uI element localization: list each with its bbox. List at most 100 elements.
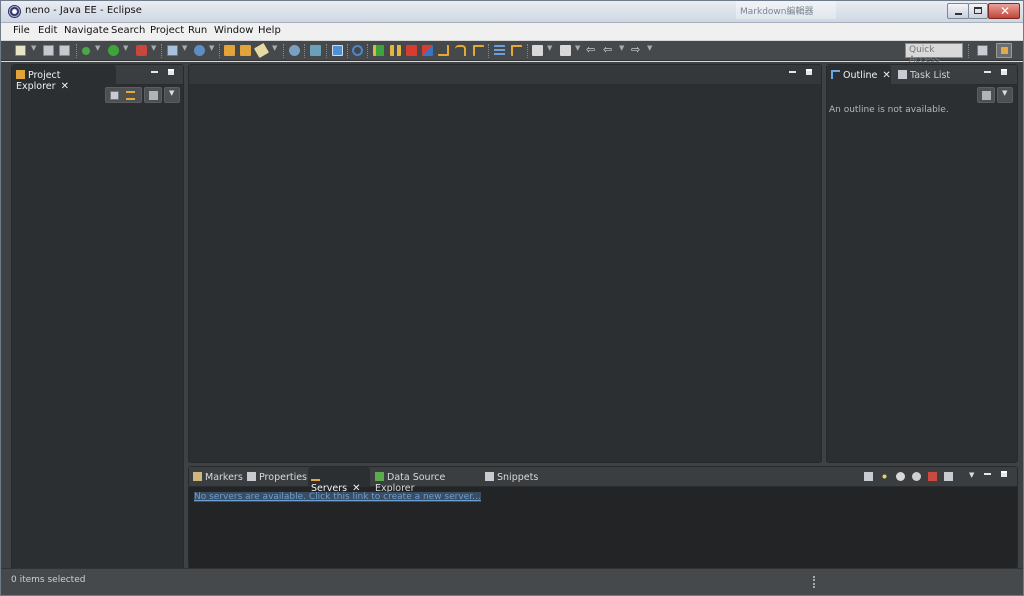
maximize-view-icon[interactable] bbox=[1001, 69, 1007, 75]
new-dropdown-icon[interactable]: ▼ bbox=[31, 44, 36, 52]
disconnect-icon[interactable] bbox=[422, 45, 433, 56]
maximize-view-icon[interactable] bbox=[1001, 471, 1007, 477]
deploy-icon[interactable] bbox=[310, 45, 321, 56]
next-annotation-dropdown-icon[interactable]: ▼ bbox=[547, 44, 552, 52]
start-profile-server-icon[interactable] bbox=[912, 472, 921, 481]
run-dropdown-icon[interactable]: ▼ bbox=[123, 44, 128, 52]
web-browser-icon[interactable] bbox=[289, 45, 300, 56]
menu-help[interactable]: Help bbox=[258, 25, 281, 36]
step-return-icon[interactable] bbox=[473, 45, 484, 56]
minimize-editor-icon[interactable] bbox=[789, 71, 796, 73]
menu-project[interactable]: Project bbox=[150, 25, 184, 36]
filter-icon[interactable] bbox=[149, 91, 158, 100]
project-explorer-panel: Project Explorer ✕ ▼ bbox=[11, 64, 184, 569]
suspend-icon[interactable] bbox=[390, 45, 401, 56]
step-into-icon[interactable] bbox=[438, 45, 449, 56]
minimize-view-icon[interactable] bbox=[151, 71, 158, 73]
publish-server-icon[interactable] bbox=[944, 472, 953, 481]
forward-dropdown-icon[interactable]: ▼ bbox=[647, 44, 652, 52]
external-tools-icon[interactable] bbox=[136, 45, 147, 56]
new-web-service-icon[interactable] bbox=[194, 45, 205, 56]
tab-servers[interactable]: Servers ✕ bbox=[308, 467, 370, 494]
collapse-all-icon[interactable] bbox=[864, 472, 873, 481]
outline-panel: Outline ✕ Task List ▼ An outline is not a… bbox=[826, 64, 1018, 463]
tab-data-source-explorer[interactable]: Data Source Explorer bbox=[373, 467, 481, 494]
toolbar-separator bbox=[219, 44, 220, 58]
publish-icon[interactable] bbox=[332, 45, 343, 56]
menu-window[interactable]: Window bbox=[214, 25, 253, 36]
maximize-view-icon[interactable] bbox=[168, 69, 174, 75]
new-server-dropdown-icon[interactable]: ▼ bbox=[182, 44, 187, 52]
title-bar[interactable]: neno - Java EE - Eclipse Markdown編輯器 ✕ bbox=[1, 1, 1023, 23]
minimize-icon bbox=[955, 13, 962, 15]
java-ee-perspective-icon[interactable] bbox=[996, 43, 1012, 58]
editor-area-header bbox=[189, 65, 821, 85]
tab-snippets[interactable]: Snippets bbox=[483, 467, 539, 487]
quick-access-input[interactable]: Quick Access bbox=[905, 43, 963, 65]
drop-to-frame-icon[interactable] bbox=[494, 45, 505, 56]
tab-markers-label: Markers bbox=[205, 472, 243, 483]
close-icon[interactable]: ✕ bbox=[61, 81, 69, 92]
view-menu-icon[interactable]: ▼ bbox=[969, 471, 974, 479]
save-all-icon[interactable] bbox=[59, 45, 70, 56]
new-server-icon[interactable] bbox=[167, 45, 178, 56]
restore-window-button[interactable] bbox=[968, 3, 988, 19]
minimize-window-button[interactable] bbox=[947, 3, 969, 19]
save-icon[interactable] bbox=[43, 45, 54, 56]
outline-view-menu[interactable]: ▼ bbox=[997, 87, 1013, 103]
menu-file[interactable]: File bbox=[13, 25, 30, 36]
collapse-all-icon[interactable] bbox=[110, 91, 119, 100]
maximize-editor-icon[interactable] bbox=[806, 69, 812, 75]
resume-icon[interactable] bbox=[373, 45, 384, 56]
previous-annotation-icon[interactable] bbox=[560, 45, 571, 56]
status-text: 0 items selected bbox=[11, 575, 86, 585]
tab-markers[interactable]: Markers bbox=[191, 467, 243, 487]
last-edit-location-icon[interactable]: ⇦ bbox=[586, 43, 597, 56]
back-icon[interactable]: ⇦ bbox=[603, 43, 614, 56]
search-dropdown-icon[interactable]: ▼ bbox=[272, 44, 277, 52]
link-with-editor-icon[interactable] bbox=[126, 91, 135, 100]
minimize-view-icon[interactable] bbox=[984, 71, 991, 73]
debug-icon[interactable] bbox=[82, 47, 90, 55]
forward-icon[interactable]: ⇨ bbox=[631, 43, 642, 56]
use-step-filters-icon[interactable] bbox=[511, 45, 522, 56]
close-window-button[interactable]: ✕ bbox=[988, 3, 1020, 19]
menu-edit[interactable]: Edit bbox=[38, 25, 57, 36]
toolbar-separator bbox=[161, 44, 162, 58]
minimize-view-icon[interactable] bbox=[984, 473, 991, 475]
new-icon[interactable] bbox=[15, 45, 26, 56]
stop-server-icon[interactable] bbox=[928, 472, 937, 481]
previous-annotation-dropdown-icon[interactable]: ▼ bbox=[575, 44, 580, 52]
close-icon[interactable]: ✕ bbox=[882, 70, 890, 81]
debug-dropdown-icon[interactable]: ▼ bbox=[95, 44, 100, 52]
new-web-service-dropdown-icon[interactable]: ▼ bbox=[209, 44, 214, 52]
back-dropdown-icon[interactable]: ▼ bbox=[619, 44, 624, 52]
start-debug-server-icon[interactable] bbox=[880, 472, 889, 481]
tab-properties[interactable]: Properties bbox=[245, 467, 307, 487]
tab-task-list[interactable]: Task List bbox=[896, 65, 956, 85]
open-type-icon[interactable] bbox=[224, 45, 235, 56]
open-task-icon[interactable] bbox=[240, 45, 251, 56]
start-server-icon[interactable] bbox=[896, 472, 905, 481]
status-bar-grip[interactable] bbox=[813, 576, 815, 588]
next-annotation-icon[interactable] bbox=[532, 45, 543, 56]
menu-search[interactable]: Search bbox=[111, 25, 145, 36]
tab-outline[interactable]: Outline ✕ bbox=[827, 65, 891, 85]
menu-navigate[interactable]: Navigate bbox=[64, 25, 109, 36]
run-icon[interactable] bbox=[108, 45, 119, 56]
markers-icon bbox=[193, 472, 202, 481]
external-tools-dropdown-icon[interactable]: ▼ bbox=[151, 44, 156, 52]
focus-icon[interactable] bbox=[982, 91, 991, 100]
step-over-icon[interactable] bbox=[455, 45, 466, 56]
search-icon[interactable] bbox=[253, 42, 270, 59]
menu-run[interactable]: Run bbox=[188, 25, 207, 36]
toolbar-separator bbox=[283, 44, 284, 58]
eclipse-app-icon bbox=[8, 5, 21, 18]
status-bar: 0 items selected bbox=[1, 568, 1023, 595]
project-explorer-view-menu[interactable]: ▼ bbox=[164, 87, 180, 103]
tab-project-explorer[interactable]: Project Explorer ✕ bbox=[12, 65, 116, 92]
create-server-link[interactable]: No servers are available. Click this lin… bbox=[194, 492, 481, 502]
terminate-icon[interactable] bbox=[406, 45, 417, 56]
skip-breakpoints-icon[interactable] bbox=[352, 45, 363, 56]
perspective-icon[interactable] bbox=[977, 45, 988, 56]
